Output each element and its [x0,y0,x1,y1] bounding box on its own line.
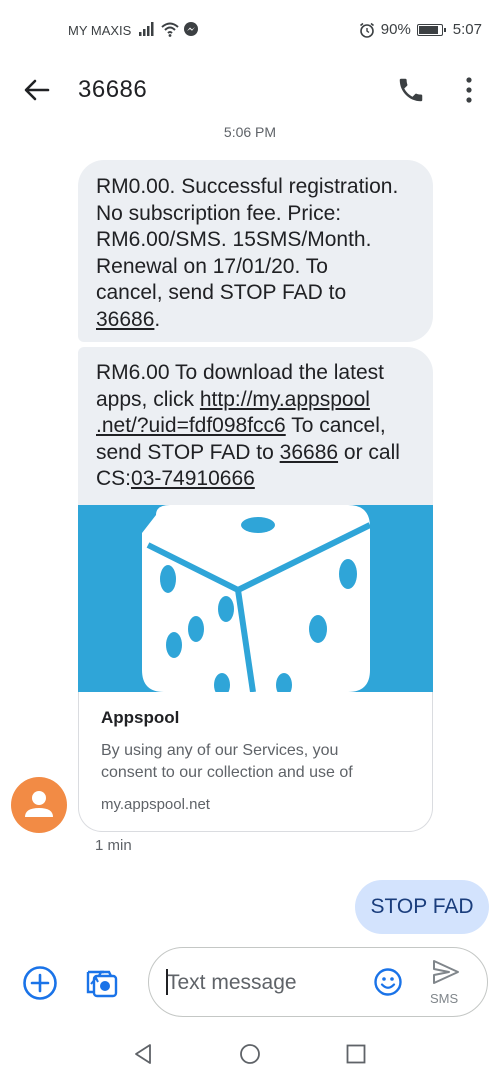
nav-recents-icon[interactable] [346,1044,366,1064]
messenger-icon [184,22,198,36]
wifi-icon [161,22,179,37]
message-line: cancel, send STOP FAD to [96,281,347,304]
alarm-icon [359,22,374,38]
message-time: 1 min [95,837,132,854]
compose-bar: SMS [148,947,488,1017]
carrier-name: MY MAXIS [68,23,132,38]
message-line: CS:03-74910666 [96,466,415,493]
back-arrow-icon[interactable] [22,76,52,104]
incoming-message-bubble[interactable]: RM0.00. Successful registration. No subs… [78,160,433,342]
message-line: .net/?uid=fdf098fcc6 To cancel, [96,413,415,440]
conversation-timestamp: 5:06 PM [223,124,277,140]
link-preview-title: Appspool [101,708,180,727]
send-label: SMS [430,991,459,1006]
message-line: No subscription fee. Price: [96,201,342,225]
message-line: Renewal on 17/01/20. To [96,254,328,278]
signal-icon [139,22,154,36]
dice-icon [142,505,372,692]
text-cursor [166,969,168,995]
message-text: or call [338,440,400,464]
message-line: 36686. [96,307,415,334]
emoji-icon[interactable] [373,967,403,997]
phone-number-link[interactable]: 36686 [96,308,154,331]
conversation-header: 36686 [0,62,500,118]
link-preview-url: my.appspool.net [101,796,210,813]
message-line: RM6.00/SMS. 15SMS/Month. [96,228,372,251]
message-line: RM0.00. Successful registration. [96,175,399,198]
more-vert-icon[interactable] [459,75,479,105]
add-icon[interactable] [22,965,58,1001]
gallery-icon[interactable] [84,964,120,1000]
battery-icon [416,23,446,36]
sender-avatar[interactable] [11,777,67,833]
phone-number-link[interactable]: 36686 [280,441,338,464]
nav-home-icon[interactable] [239,1043,261,1065]
description-line: By using any of our Services, you [101,742,339,759]
message-text: CS: [96,467,132,490]
battery-percent: 90% [380,21,411,38]
message-text: To cancel, [285,414,386,437]
status-bar: MY MAXIS 90% 5:07 [0,0,500,60]
status-time: 5:07 [452,21,482,38]
nav-back-icon[interactable] [132,1043,154,1065]
link-preview-image[interactable] [78,505,433,692]
person-icon [25,791,53,817]
message-input[interactable] [167,968,357,998]
send-icon[interactable] [431,958,461,986]
contact-title: 36686 [78,76,148,103]
message-line: RM6.00 To download the latest [96,361,384,384]
message-line: send STOP FAD to 36686 or call [96,440,415,467]
link-preview-description: By using any of our Services, you consen… [101,740,410,784]
phone-number-link[interactable]: 03-74910666 [131,467,255,490]
url-link[interactable]: .net/?uid=fdf098fcc6 [96,414,286,437]
message-text: . [154,307,161,331]
message-text: send STOP FAD to [96,440,280,464]
phone-icon[interactable] [396,75,426,105]
outgoing-message-bubble[interactable]: STOP FAD [355,880,489,934]
incoming-message-bubble[interactable]: RM6.00 To download the latest apps, clic… [78,347,433,505]
url-link[interactable]: http://my.appspool [200,388,370,411]
description-line: consent to our collection and use of [101,764,353,781]
message-text: apps, click [96,387,200,411]
message-line: apps, click http://my.appspool [96,387,415,414]
link-preview-card[interactable]: Appspool By using any of our Services, y… [78,692,433,832]
